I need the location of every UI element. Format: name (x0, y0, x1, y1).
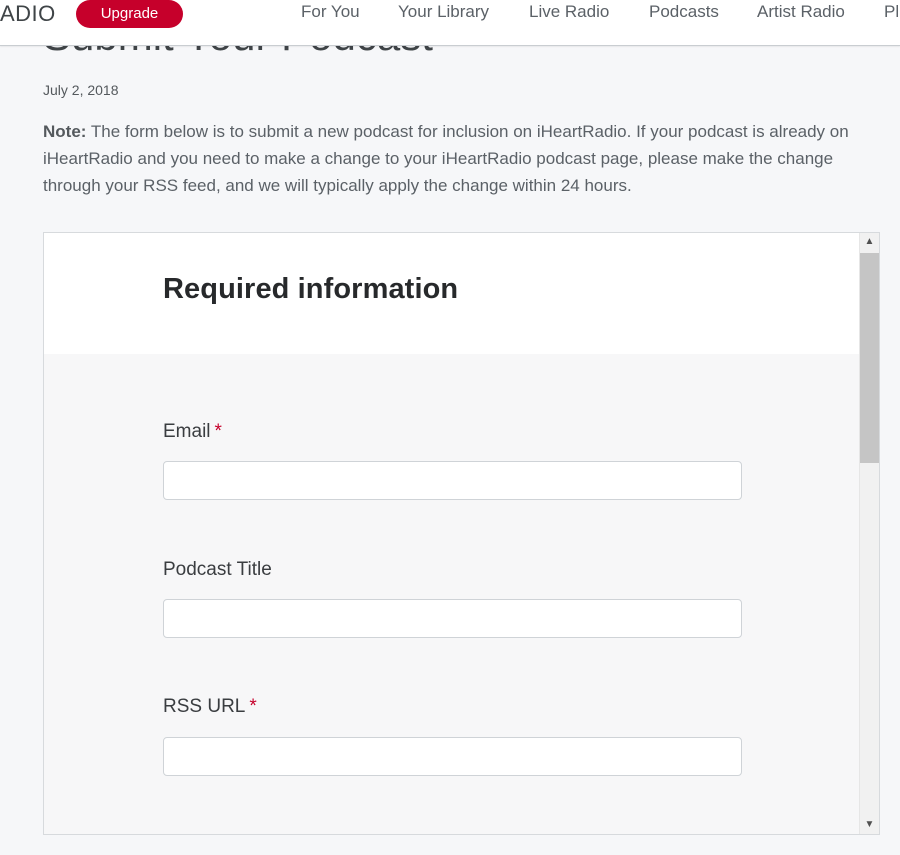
nav-item-your-library[interactable]: Your Library (398, 0, 489, 24)
nav-item-artist-radio[interactable]: Artist Radio (757, 0, 845, 24)
podcast-title-field[interactable] (163, 599, 742, 638)
podcast-form-frame: Required information Email * Podcast Titl… (43, 232, 880, 835)
nav-item-playlists[interactable]: Pl (884, 0, 899, 24)
publish-date: July 2, 2018 (43, 82, 119, 98)
form-header: Required information (44, 233, 861, 354)
podcast-title-label: Podcast Title (163, 559, 272, 580)
nav-item-live-radio[interactable]: Live Radio (529, 0, 609, 24)
note-paragraph: Note: The form below is to submit a new … (43, 118, 888, 199)
scroll-up-icon[interactable]: ▲ (860, 233, 879, 251)
form-heading: Required information (163, 273, 459, 305)
rss-url-label: RSS URL * (163, 696, 257, 717)
scroll-thumb[interactable] (860, 253, 879, 463)
nav-item-for-you[interactable]: For You (301, 0, 360, 24)
email-field[interactable] (163, 461, 742, 500)
nav-item-podcasts[interactable]: Podcasts (649, 0, 719, 24)
rss-url-field[interactable] (163, 737, 742, 776)
required-marker: * (214, 421, 222, 442)
note-label: Note: (43, 122, 87, 141)
email-label: Email * (163, 421, 222, 442)
logo[interactable]: ADIO (0, 0, 56, 28)
top-header: ADIO Upgrade For You Your Library Live R… (0, 0, 900, 46)
scroll-down-icon[interactable]: ▼ (860, 816, 879, 834)
note-text: The form below is to submit a new podcas… (43, 122, 849, 195)
form-scrollbar[interactable]: ▲ ▼ (859, 233, 879, 834)
required-marker: * (249, 696, 257, 717)
upgrade-button[interactable]: Upgrade (76, 0, 183, 28)
